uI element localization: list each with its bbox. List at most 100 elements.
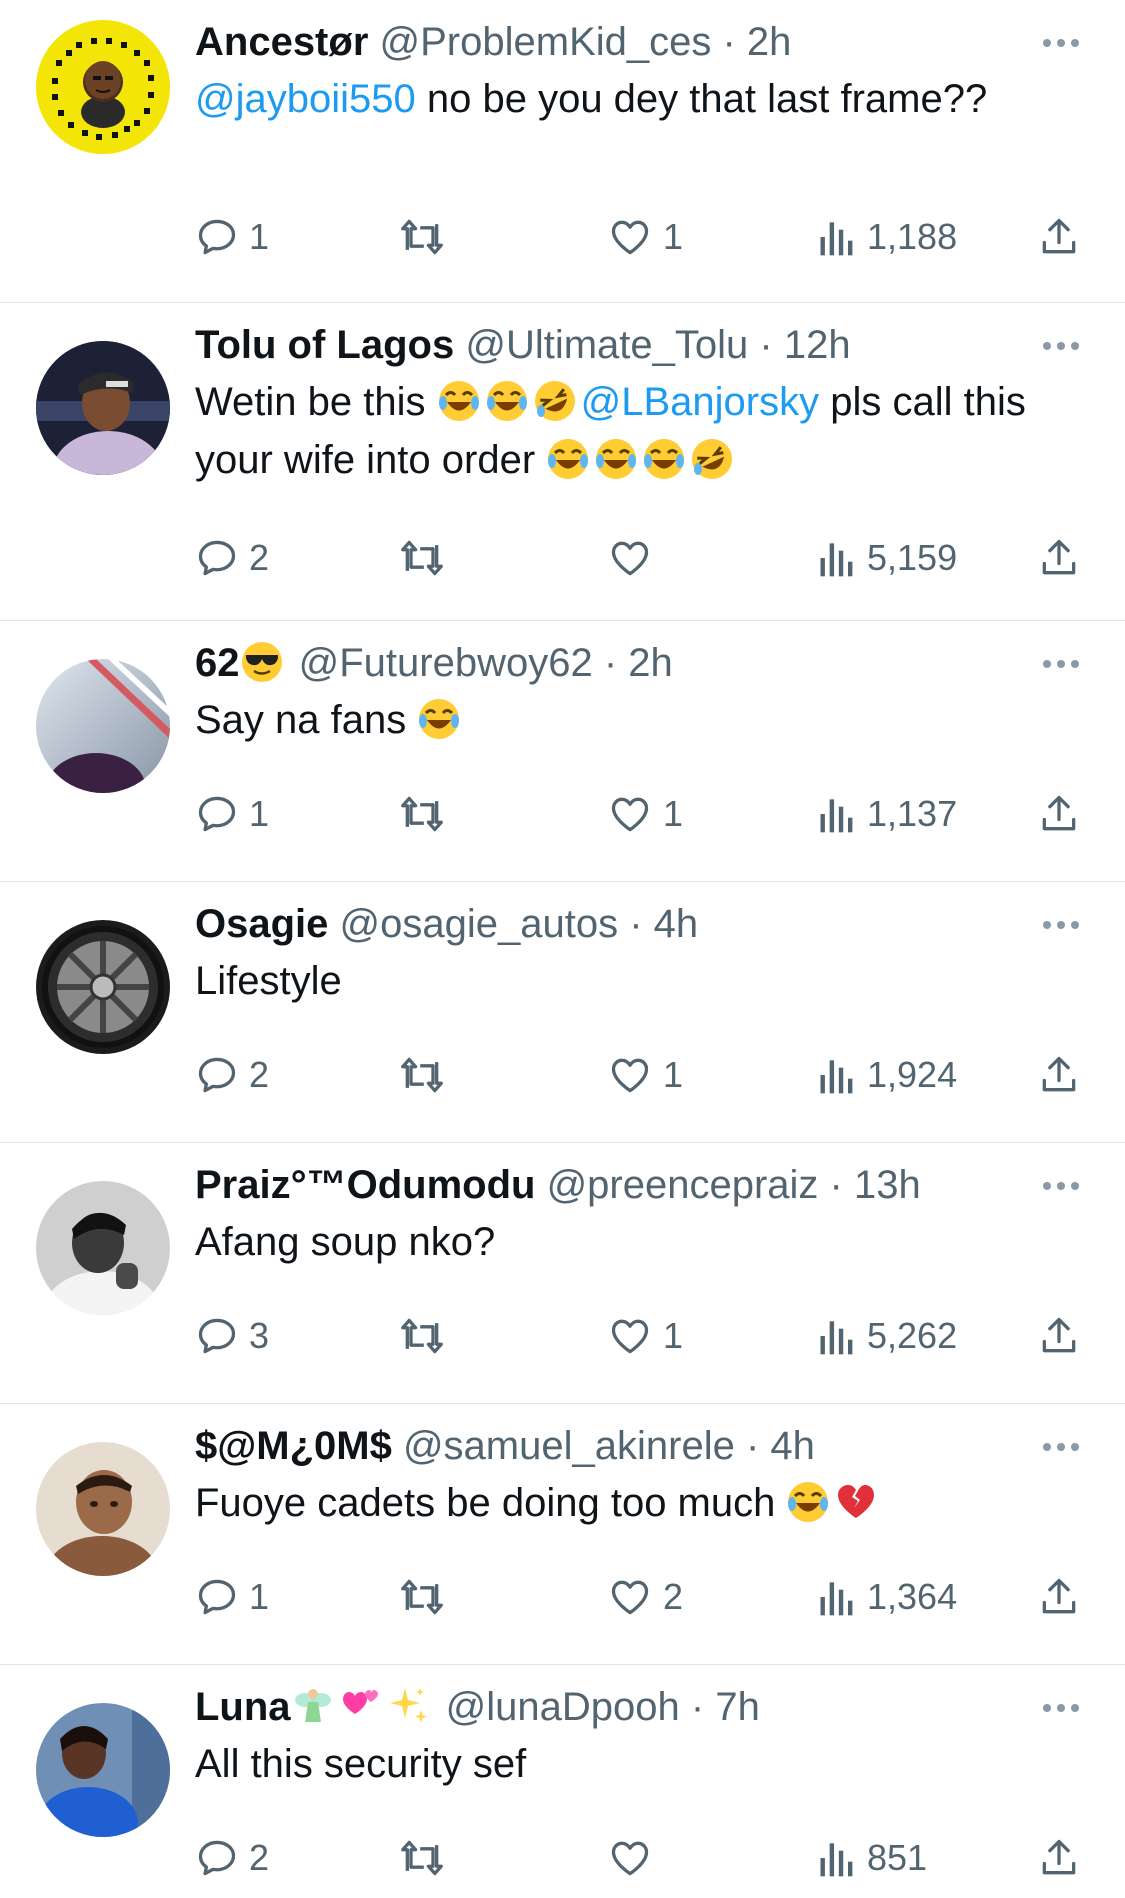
- user-handle[interactable]: @ProblemKid_ces: [380, 20, 712, 64]
- avatar[interactable]: [36, 1703, 170, 1837]
- retweet-button[interactable]: [395, 533, 459, 583]
- views-button[interactable]: 5,262: [817, 1311, 957, 1361]
- emoji-group: [240, 641, 288, 685]
- retweet-button[interactable]: [395, 1311, 459, 1361]
- user-handle[interactable]: @samuel_akinrele: [403, 1424, 735, 1468]
- reply-icon: [198, 1057, 236, 1093]
- display-name[interactable]: 62: [195, 641, 240, 685]
- reply-tweet[interactable]: Osagie @osagie_autos · 4h Lifestyle 2 1 …: [0, 882, 1125, 1143]
- share-button[interactable]: [1037, 1311, 1081, 1361]
- user-handle[interactable]: @Ultimate_Tolu: [465, 323, 748, 367]
- fairy-emoji-icon: [294, 1689, 331, 1722]
- like-button[interactable]: 1: [607, 212, 683, 262]
- reply-button[interactable]: 1: [195, 789, 269, 839]
- like-button[interactable]: 2: [607, 1572, 683, 1622]
- timestamp[interactable]: 4h: [654, 902, 699, 946]
- reply-button[interactable]: 2: [195, 533, 269, 583]
- avatar[interactable]: [36, 1181, 170, 1315]
- display-name[interactable]: Praiz°™Odumodu: [195, 1163, 535, 1207]
- share-button[interactable]: [1037, 1833, 1081, 1883]
- display-name[interactable]: Ancestør: [195, 20, 368, 64]
- avatar[interactable]: [36, 920, 170, 1054]
- like-button[interactable]: 1: [607, 789, 683, 839]
- joy-emoji-icon: [644, 439, 685, 479]
- reply-count: 2: [249, 1837, 270, 1878]
- more-options-icon[interactable]: [1040, 1699, 1082, 1715]
- avatar[interactable]: [36, 659, 170, 793]
- retweet-button[interactable]: [395, 1833, 459, 1883]
- emoji-group: [417, 698, 465, 742]
- reply-button[interactable]: 2: [195, 1833, 269, 1883]
- avatar[interactable]: [36, 341, 170, 475]
- views-icon: [820, 222, 853, 256]
- display-name[interactable]: $@M¿0M$: [195, 1424, 392, 1468]
- timestamp[interactable]: 7h: [715, 1685, 760, 1729]
- mention-link[interactable]: @jayboii550: [195, 77, 416, 121]
- share-button[interactable]: [1037, 1050, 1081, 1100]
- retweet-button[interactable]: [395, 212, 459, 262]
- more-options-icon[interactable]: [1040, 655, 1082, 671]
- more-options-icon[interactable]: [1040, 1177, 1082, 1193]
- joy-emoji-icon: [419, 699, 460, 739]
- share-button[interactable]: [1037, 212, 1081, 262]
- like-button[interactable]: [607, 533, 663, 583]
- rofl-emoji-icon: [534, 381, 575, 421]
- like-button[interactable]: 1: [607, 1050, 683, 1100]
- share-icon: [1042, 1056, 1076, 1092]
- reply-icon: [198, 1318, 236, 1354]
- share-button[interactable]: [1037, 789, 1081, 839]
- reply-tweet[interactable]: Praiz°™Odumodu @preencepraiz · 13h Afang…: [0, 1143, 1125, 1404]
- display-name[interactable]: Tolu of Lagos: [195, 323, 454, 367]
- more-options-icon[interactable]: [1040, 34, 1082, 50]
- display-name[interactable]: Osagie: [195, 902, 328, 946]
- display-name[interactable]: Luna: [195, 1685, 291, 1729]
- timestamp[interactable]: 13h: [854, 1163, 921, 1207]
- views-count: 5,262: [867, 1315, 958, 1356]
- more-options-icon[interactable]: [1040, 916, 1082, 932]
- retweet-button[interactable]: [395, 789, 459, 839]
- avatar[interactable]: [36, 20, 170, 154]
- share-button[interactable]: [1037, 1572, 1081, 1622]
- reply-button[interactable]: 1: [195, 212, 269, 262]
- views-button[interactable]: 851: [817, 1833, 927, 1883]
- mention-link[interactable]: @LBanjorsky: [581, 380, 819, 424]
- views-button[interactable]: 1,364: [817, 1572, 957, 1622]
- reply-button[interactable]: 1: [195, 1572, 269, 1622]
- sparkles-emoji-icon: [389, 1688, 427, 1723]
- user-handle[interactable]: @preencepraiz: [547, 1163, 819, 1207]
- user-handle[interactable]: @Futurebwoy62: [299, 641, 593, 685]
- action-bar: 2 851: [195, 1833, 1125, 1883]
- emoji-group: [291, 1685, 435, 1729]
- rofl-emoji-icon: [692, 439, 733, 479]
- user-handle[interactable]: @lunaDpooh: [446, 1685, 680, 1729]
- avatar[interactable]: [36, 1442, 170, 1576]
- retweet-button[interactable]: [395, 1572, 459, 1622]
- reply-tweet[interactable]: Tolu of Lagos @Ultimate_Tolu · 12h Wetin…: [0, 303, 1125, 621]
- views-button[interactable]: 1,137: [817, 789, 957, 839]
- like-button[interactable]: 1: [607, 1311, 683, 1361]
- views-icon: [820, 799, 853, 833]
- user-handle[interactable]: @osagie_autos: [340, 902, 619, 946]
- reply-button[interactable]: 3: [195, 1311, 269, 1361]
- more-options-icon[interactable]: [1040, 1438, 1082, 1454]
- timestamp[interactable]: 2h: [628, 641, 673, 685]
- retweet-button[interactable]: [395, 1050, 459, 1100]
- views-button[interactable]: 1,188: [817, 212, 957, 262]
- action-bar: 1 1 1,188: [195, 212, 1125, 262]
- more-options-icon[interactable]: [1040, 337, 1082, 353]
- timestamp[interactable]: 12h: [784, 323, 851, 367]
- reply-button[interactable]: 2: [195, 1050, 269, 1100]
- reply-tweet[interactable]: Luna @lunaDpooh · 7h All this security s…: [0, 1665, 1125, 1898]
- tweet-header: $@M¿0M$ @samuel_akinrele · 4h: [195, 1420, 815, 1472]
- reply-tweet[interactable]: 62 @Futurebwoy62 · 2h Say na fans 1 1 1,…: [0, 621, 1125, 882]
- tweet-body: Wetin be this: [195, 380, 437, 424]
- like-button[interactable]: [607, 1833, 663, 1883]
- views-button[interactable]: 5,159: [817, 533, 957, 583]
- timestamp[interactable]: 2h: [747, 20, 792, 64]
- views-button[interactable]: 1,924: [817, 1050, 957, 1100]
- timestamp[interactable]: 4h: [770, 1424, 815, 1468]
- retweet-icon: [401, 1318, 443, 1354]
- reply-tweet[interactable]: Ancestør @ProblemKid_ces · 2h @jayboii55…: [0, 0, 1125, 303]
- share-button[interactable]: [1037, 533, 1081, 583]
- reply-tweet[interactable]: $@M¿0M$ @samuel_akinrele · 4h Fuoye cade…: [0, 1404, 1125, 1665]
